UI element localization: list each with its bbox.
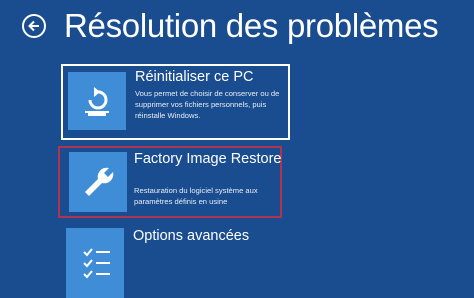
checklist-icon [83,248,110,279]
factory-image-restore-title: Factory Image Restore [134,151,282,167]
reset-pc-description: Vous permet de choisir de conserver ou d… [135,89,280,120]
back-button[interactable] [22,14,46,38]
wrench-icon [85,167,114,196]
reset-pc-title: Réinitialiser ce PC [135,69,254,85]
reset-pc-icon [85,87,109,116]
reset-pc-tile [68,72,126,130]
reset-pc-option[interactable]: Réinitialiser ce PC Vous permet de chois… [61,64,290,140]
factory-image-restore-description: Restauration du logiciel système aux par… [134,186,258,206]
page-title: Résolution des problèmes [64,7,439,44]
back-arrow-icon [28,20,39,32]
advanced-options-title: Options avancées [133,228,250,244]
advanced-options-tile [66,228,124,298]
factory-image-restore-tile [69,152,127,212]
factory-image-restore-option[interactable]: Factory Image Restore Restauration du lo… [58,146,282,218]
advanced-options-option[interactable]: Options avancées [61,224,290,298]
